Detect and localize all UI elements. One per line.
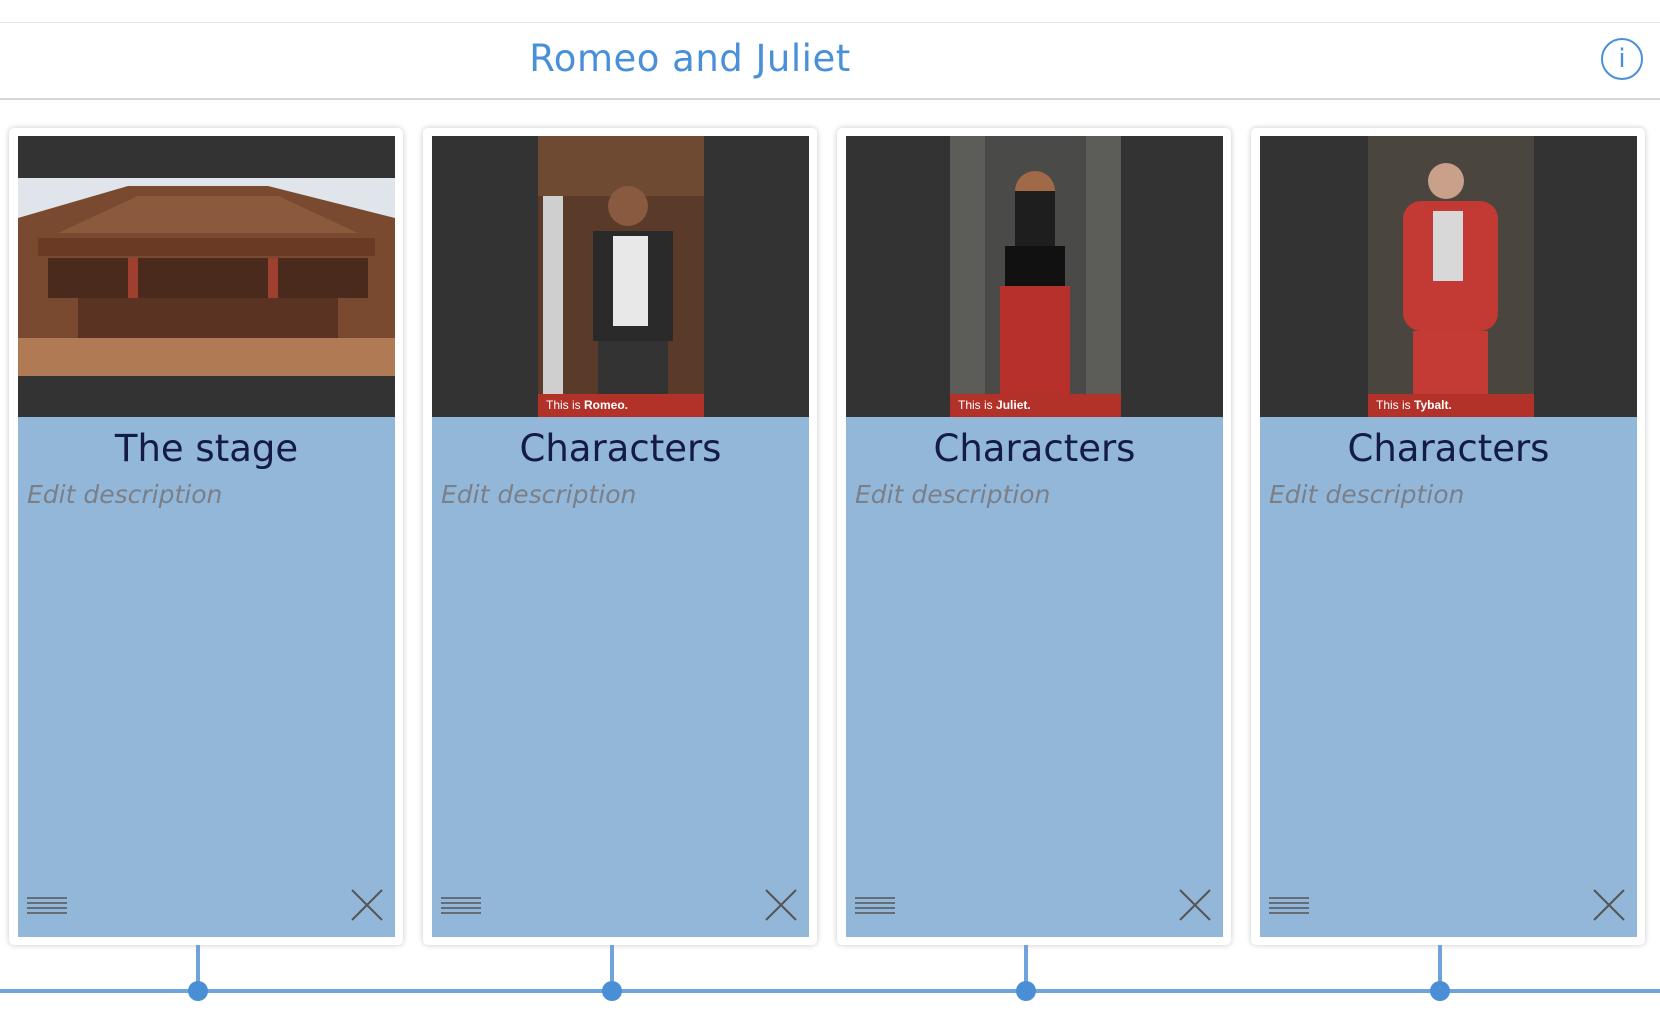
card-image-juliet: This is Juliet. (846, 136, 1223, 417)
timeline-card-tybalt[interactable]: This is Tybalt. Characters Edit descript… (1251, 128, 1645, 945)
card-body: Characters Edit description (1260, 417, 1637, 937)
card-description[interactable]: Edit description (1269, 480, 1637, 509)
timeline-card-stage[interactable]: The stage Edit description (9, 128, 403, 945)
close-icon[interactable] (1593, 889, 1625, 921)
stage-photo (18, 178, 395, 376)
card-title[interactable]: Characters (1260, 427, 1637, 470)
drag-handle-icon[interactable] (1269, 896, 1309, 916)
card-image-tybalt: This is Tybalt. (1260, 136, 1637, 417)
card-title[interactable]: The stage (18, 427, 395, 470)
close-icon[interactable] (1179, 889, 1211, 921)
card-description[interactable]: Edit description (855, 480, 1223, 509)
drag-handle-icon[interactable] (441, 896, 481, 916)
card-description[interactable]: Edit description (441, 480, 809, 509)
photo-caption: This is Romeo. (538, 394, 704, 417)
timeline-dot[interactable] (188, 981, 208, 1001)
close-icon[interactable] (765, 889, 797, 921)
timeline-dot[interactable] (602, 981, 622, 1001)
info-button[interactable]: i (1601, 38, 1643, 80)
card-title[interactable]: Characters (432, 427, 809, 470)
photo-caption: This is Juliet. (950, 394, 1121, 417)
close-icon[interactable] (351, 889, 383, 921)
card-body: The stage Edit description (18, 417, 395, 937)
juliet-photo: This is Juliet. (950, 136, 1121, 417)
card-body: Characters Edit description (432, 417, 809, 937)
romeo-photo: This is Romeo. (538, 136, 704, 417)
drag-handle-icon[interactable] (27, 896, 67, 916)
timeline-card-romeo[interactable]: This is Romeo. Characters Edit descripti… (423, 128, 817, 945)
drag-handle-icon[interactable] (855, 896, 895, 916)
page-title: Romeo and Juliet (529, 37, 851, 80)
header-bar: Romeo and Juliet i (0, 23, 1660, 100)
card-image-romeo: This is Romeo. (432, 136, 809, 417)
card-title[interactable]: Characters (846, 427, 1223, 470)
photo-caption: This is Tybalt. (1368, 394, 1534, 417)
card-image-stage (18, 136, 395, 417)
card-body: Characters Edit description (846, 417, 1223, 937)
card-description[interactable]: Edit description (27, 480, 395, 509)
tybalt-photo: This is Tybalt. (1368, 136, 1534, 417)
timeline-dot[interactable] (1430, 981, 1450, 1001)
timeline-dot[interactable] (1016, 981, 1036, 1001)
timeline-line (0, 989, 1660, 993)
timeline-card-juliet[interactable]: This is Juliet. Characters Edit descript… (837, 128, 1231, 945)
